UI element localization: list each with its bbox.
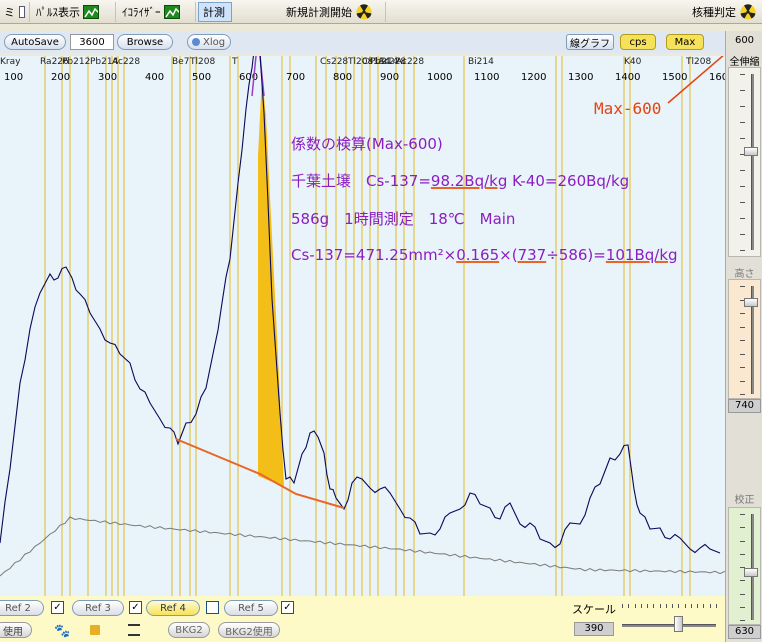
x-tick-label: 1100 [474,72,499,83]
nuclide-label: Kray [0,57,21,67]
time-input[interactable]: 3600 [70,34,114,50]
ref3-button[interactable]: Ref 3 [72,600,124,616]
right-panel: 600 全伸縮 高さ 740 校正 630 [725,31,762,642]
nuclide-label: Tl208 [685,57,711,67]
x-tick-label: 600 [239,72,258,83]
max-label: Max-600 [594,99,662,118]
x-tick-label: 200 [51,72,70,83]
annotation-line4: Cs-137=471.25mm²×0.165×(737÷586)=101Bq/k… [291,246,678,264]
radiation-icon [740,4,756,20]
calib-label: 校正 [734,495,755,506]
ref4-checkbox[interactable] [206,601,219,614]
annotation-title: 係数の検算(Max-600) [291,135,443,153]
height-slider-thumb[interactable] [744,298,758,307]
calib-slider[interactable] [728,507,761,625]
ref2-button[interactable]: Ref 2 [0,600,44,616]
line-graph-button[interactable]: 線グラフ [566,34,614,50]
menu-item-partial[interactable]: ミ [0,2,30,22]
bkg2-use-button[interactable]: BKG2使用 [218,622,280,638]
x-tick-label: 1400 [615,72,640,83]
x-tick-label: 1200 [521,72,546,83]
nuclide-label: Be7 [172,57,189,67]
annotation-line2: 千葉土壌 Cs-137=98.2Bq/kg K-40=260Bq/kg [291,172,630,190]
x-tick-label: 1600 [709,72,725,83]
autosave-button[interactable]: AutoSave [4,34,66,50]
cps-button[interactable]: cps [620,34,656,50]
app-window: ミ ﾊﾟﾙｽ表示 ｲｺﾗｲｻﾞｰ 計測 新規計測開始 核種判定 AutoSave… [0,0,762,642]
radiation-icon [356,4,372,20]
nuclide-label: Tl208 [189,57,215,67]
calib-slider-thumb[interactable] [744,568,758,577]
toolbar: AutoSave 3600 Browse Xlog 線グラフ cps Max [0,31,725,53]
scale-slider-thumb[interactable] [674,616,683,632]
menu-item-nuclide-identify[interactable]: 核種判定 [688,2,762,22]
ref5-button[interactable]: Ref 5 [224,600,278,616]
x-tick-label: 900 [380,72,399,83]
scale-label: スケール [572,603,616,616]
x-tick-label: 1000 [427,72,452,83]
menu-item-equalizer[interactable]: ｲｺﾗｲｻﾞｰ [118,2,196,22]
spectrum-plot[interactable]: 100 200 300 400 500 600 700 800 900 1000 1100 1200 1… [0,56,725,596]
x-tick-label: 500 [192,72,211,83]
annotation-line3: 586g 1時間測定 18℃ Main [291,210,516,228]
zoom-slider[interactable] [728,67,761,257]
ref5-checkbox[interactable]: ✓ [281,601,294,614]
ref3-checkbox[interactable]: ✓ [129,601,142,614]
scale-value: 390 [574,622,614,636]
document-icon [19,6,25,18]
nuclide-label: Ac228 [396,57,424,67]
x-tick-label: 100 [4,72,23,83]
calib-value: 630 [728,625,761,639]
nuclide-label: Ac228 [112,57,140,67]
list-icon[interactable] [128,624,140,636]
xlog-button[interactable]: Xlog [187,34,231,50]
ref4-button[interactable]: Ref 4 [146,600,200,616]
toggle-icon [192,38,200,46]
menu-bar: ミ ﾊﾟﾙｽ表示 ｲｺﾗｲｻﾞｰ 計測 新規計測開始 核種判定 [0,0,762,24]
x-tick-label: 1300 [568,72,593,83]
x-tick-label: 400 [145,72,164,83]
nuclide-label: Bi214 [468,57,494,67]
graph-icon [83,5,99,19]
zoom-label: 全伸縮 [729,57,760,68]
x-tick-label: 300 [98,72,117,83]
nuclide-label: Cs228 [320,57,348,67]
nuclide-label: Pb212 [62,57,90,67]
ref2-checkbox[interactable]: ✓ [51,601,64,614]
paw-icon[interactable]: 🐾 [54,624,70,639]
height-value: 740 [728,399,761,413]
menu-item-new-measurement[interactable]: 新規計測開始 [282,2,386,22]
use-button[interactable]: 使用 [0,622,32,638]
x-tick-label: 1500 [662,72,687,83]
x-tick-label: 800 [333,72,352,83]
height-slider[interactable] [728,279,761,399]
lock-icon[interactable] [90,625,100,635]
height-label: 高さ [734,269,755,280]
zoom-slider-thumb[interactable] [744,147,758,156]
browse-button[interactable]: Browse [117,34,173,50]
menu-item-measure[interactable]: 計測 [198,2,232,22]
scale-slider[interactable] [620,602,720,638]
bkg2-button[interactable]: BKG2 [168,622,210,638]
nuclide-label: T [231,57,238,67]
menu-item-pulse-display[interactable]: ﾊﾟﾙｽ表示 [32,2,116,22]
x-tick-label: 700 [286,72,305,83]
max-button[interactable]: Max [666,34,704,50]
graph-icon [163,5,180,19]
bottom-bar: Ref 2 ✓ Ref 3 ✓ Ref 4 Ref 5 ✓ 使用 🐾 BKG2 … [0,596,725,642]
nuclide-label: K40 [624,57,642,67]
max-value: 600 [734,35,755,46]
